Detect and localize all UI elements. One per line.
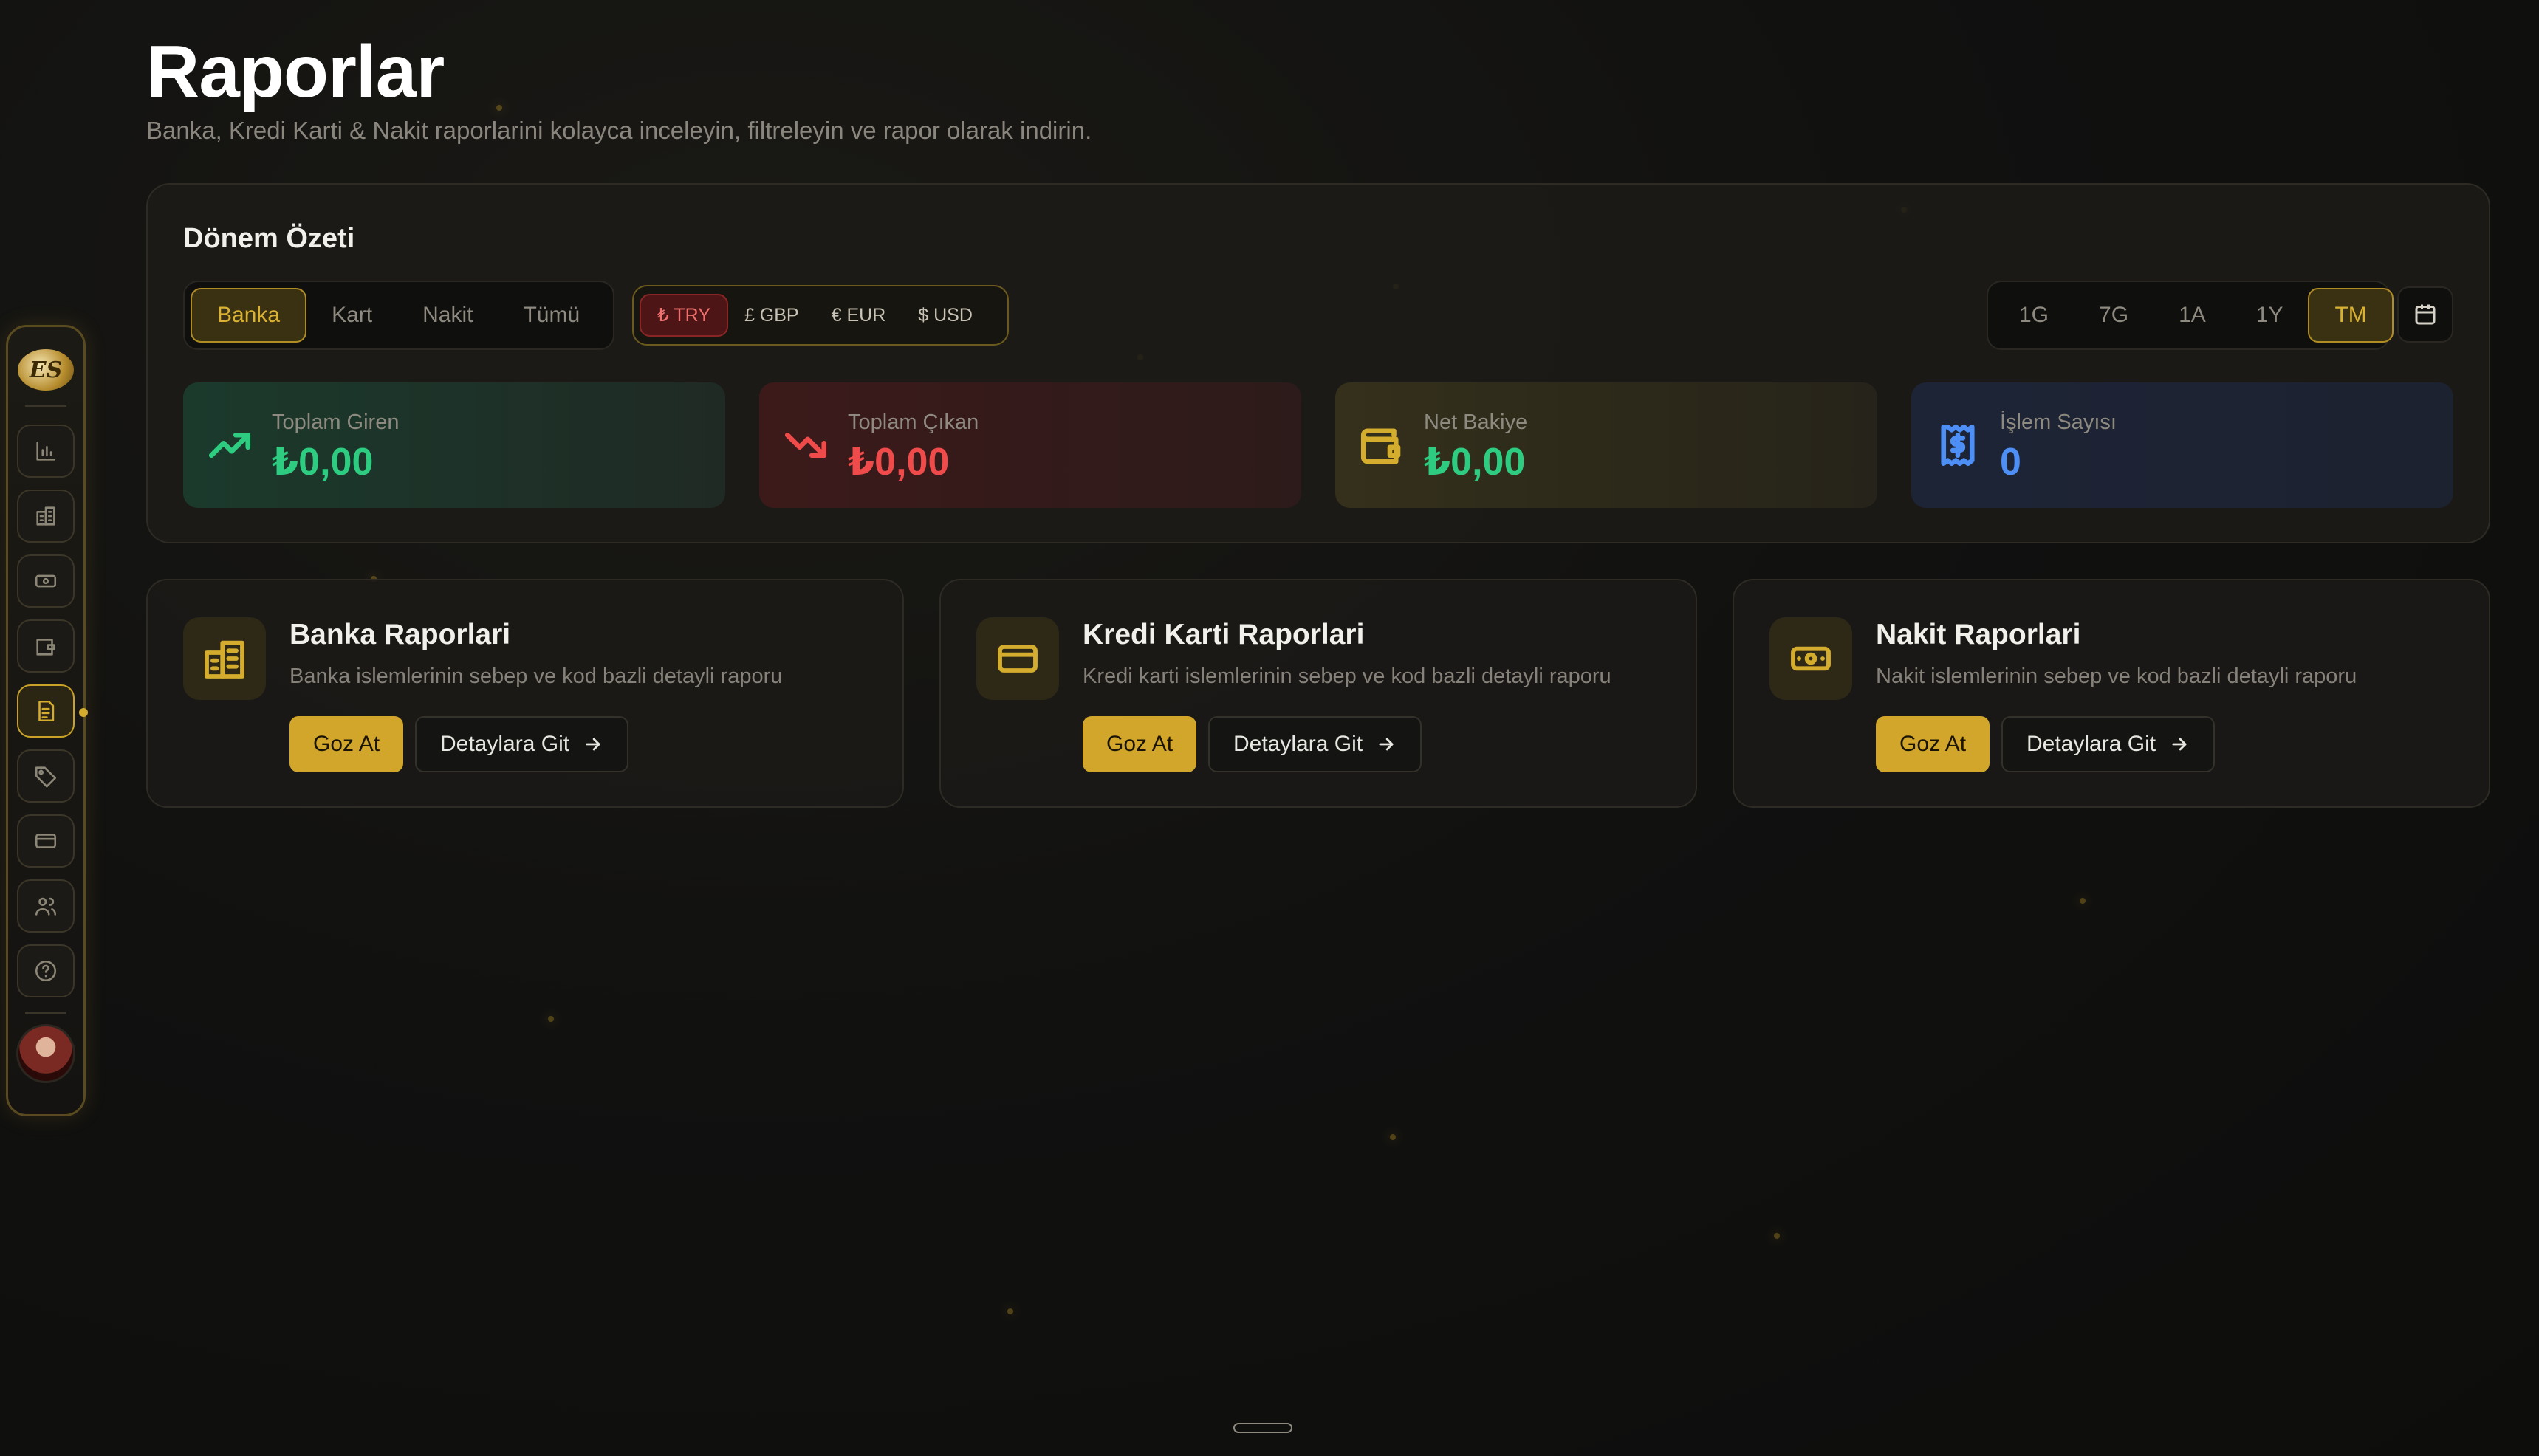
range-1y[interactable]: 1Y bbox=[2231, 288, 2309, 343]
stat-transaction-count: İşlem Sayısı 0 bbox=[1911, 382, 2453, 508]
range-1g[interactable]: 1G bbox=[1994, 288, 2074, 343]
report-description: Kredi karti islemlerinin sebep ve kod ba… bbox=[1083, 665, 1611, 688]
app-logo[interactable]: ES bbox=[18, 349, 74, 391]
stat-in-icon-wrap bbox=[205, 421, 254, 470]
ambient-dot bbox=[2080, 898, 2086, 904]
details-button-label: Detaylara Git bbox=[440, 732, 570, 756]
report-card-cash: Nakit Raporlari Nakit islemlerinin sebep… bbox=[1733, 579, 2490, 808]
report-description: Banka islemlerinin sebep ve kod bazli de… bbox=[289, 665, 783, 688]
report-title: Kredi Karti Raporlari bbox=[1083, 619, 1365, 650]
help-circle-icon bbox=[35, 960, 57, 982]
sidebar-divider bbox=[25, 1012, 66, 1014]
stat-value: ₺0,00 bbox=[272, 441, 374, 484]
users-icon bbox=[35, 897, 57, 916]
sidebar: ES bbox=[6, 325, 88, 1116]
credit-card-icon bbox=[35, 834, 57, 848]
stat-value: ₺0,00 bbox=[1424, 441, 1526, 484]
calendar-icon bbox=[2415, 304, 2436, 325]
currency-selector: ₺ TRY £ GBP € EUR $ USD bbox=[632, 285, 1009, 346]
stat-value: ₺0,00 bbox=[848, 441, 950, 484]
wallet-icon bbox=[36, 639, 55, 656]
sidebar-item-wallet[interactable] bbox=[17, 619, 75, 673]
stat-label: Toplam Giren bbox=[272, 411, 400, 434]
arrow-right-icon bbox=[2172, 738, 2187, 751]
receipt-dollar-icon bbox=[1941, 424, 1975, 467]
building-icon bbox=[36, 506, 55, 526]
sidebar-item-reports[interactable] bbox=[17, 684, 88, 738]
report-icon-wrap bbox=[183, 617, 266, 700]
stat-label: İşlem Sayısı bbox=[2000, 411, 2117, 434]
page-subtitle: Banka, Kredi Karti & Nakit raporlarini k… bbox=[146, 117, 1092, 144]
credit-card-icon bbox=[998, 645, 1038, 673]
avatar[interactable] bbox=[16, 1024, 75, 1083]
banknote-icon bbox=[1791, 646, 1831, 671]
arrow-right-icon bbox=[1379, 738, 1394, 751]
stat-label: Toplam Çıkan bbox=[848, 411, 979, 434]
ambient-dot bbox=[496, 105, 502, 111]
arrow-right-icon bbox=[586, 738, 600, 751]
ambient-dot bbox=[1007, 1308, 1013, 1314]
currency-try[interactable]: ₺ TRY bbox=[640, 294, 728, 337]
tab-kart[interactable]: Kart bbox=[306, 288, 397, 343]
wallet-icon bbox=[1360, 428, 1401, 464]
banknote-icon bbox=[35, 574, 57, 588]
period-summary-title: Dönem Özeti bbox=[183, 223, 355, 254]
currency-gbp[interactable]: £ GBP bbox=[728, 294, 815, 337]
report-icon-wrap bbox=[1769, 617, 1852, 700]
range-tm[interactable]: TM bbox=[2308, 288, 2394, 343]
stat-total-in: Toplam Giren ₺0,00 bbox=[183, 382, 725, 508]
stat-count-icon-wrap bbox=[1933, 421, 1982, 470]
period-summary-card: Dönem Özeti Banka Kart Nakit Tümü ₺ TRY … bbox=[146, 183, 2490, 543]
bar-chart-icon bbox=[36, 442, 55, 461]
tab-nakit[interactable]: Nakit bbox=[397, 288, 498, 343]
browse-button[interactable]: Goz At bbox=[1083, 716, 1197, 772]
sidebar-divider bbox=[25, 405, 66, 407]
report-icon-wrap bbox=[976, 617, 1059, 700]
range-7g[interactable]: 7G bbox=[2074, 288, 2153, 343]
stat-out-icon-wrap bbox=[781, 421, 830, 470]
trending-down-icon bbox=[784, 432, 827, 459]
trending-up-icon bbox=[208, 432, 251, 459]
tab-tumu[interactable]: Tümü bbox=[498, 288, 605, 343]
currency-usd[interactable]: $ USD bbox=[902, 294, 989, 337]
sidebar-item-dashboard[interactable] bbox=[17, 425, 75, 478]
ambient-dot bbox=[1390, 1134, 1396, 1140]
sidebar-item-tags[interactable] bbox=[17, 749, 75, 803]
stat-label: Net Bakiye bbox=[1424, 411, 1528, 434]
sidebar-item-cash[interactable] bbox=[17, 554, 75, 608]
range-1a[interactable]: 1A bbox=[2153, 288, 2231, 343]
file-report-icon bbox=[38, 700, 55, 722]
tag-icon bbox=[35, 766, 57, 788]
details-button[interactable]: Detaylara Git bbox=[2001, 716, 2216, 772]
stat-total-out: Toplam Çıkan ₺0,00 bbox=[759, 382, 1301, 508]
account-type-tabs: Banka Kart Nakit Tümü bbox=[183, 281, 614, 350]
stat-value: 0 bbox=[2000, 441, 2021, 484]
report-card-bank: Banka Raporlari Banka islemlerinin sebep… bbox=[146, 579, 904, 808]
page-title: Raporlar bbox=[146, 30, 445, 113]
report-title: Banka Raporlari bbox=[289, 619, 511, 650]
home-indicator[interactable] bbox=[1233, 1423, 1292, 1433]
building-icon bbox=[205, 640, 244, 679]
calendar-button[interactable] bbox=[2397, 286, 2453, 343]
sidebar-item-cards[interactable] bbox=[17, 814, 75, 868]
details-button-label: Detaylara Git bbox=[1233, 732, 1363, 756]
date-range-tabs: 1G 7G 1A 1Y TM bbox=[1987, 281, 2394, 350]
sidebar-item-help[interactable] bbox=[17, 944, 75, 997]
ambient-dot bbox=[548, 1016, 554, 1022]
report-card-credit-card: Kredi Karti Raporlari Kredi karti isleml… bbox=[939, 579, 1697, 808]
stat-net-icon-wrap bbox=[1357, 421, 1406, 470]
sidebar-item-banks[interactable] bbox=[17, 490, 75, 543]
stat-net-balance: Net Bakiye ₺0,00 bbox=[1335, 382, 1877, 508]
tab-banka[interactable]: Banka bbox=[191, 288, 307, 343]
details-button-label: Detaylara Git bbox=[2026, 732, 2156, 756]
sidebar-item-users[interactable] bbox=[17, 879, 75, 933]
currency-eur[interactable]: € EUR bbox=[815, 294, 902, 337]
browse-button[interactable]: Goz At bbox=[289, 716, 404, 772]
report-description: Nakit islemlerinin sebep ve kod bazli de… bbox=[1876, 665, 2357, 688]
ambient-dot bbox=[1774, 1233, 1780, 1239]
browse-button[interactable]: Goz At bbox=[1876, 716, 1990, 772]
details-button[interactable]: Detaylara Git bbox=[415, 716, 629, 772]
report-title: Nakit Raporlari bbox=[1876, 619, 2081, 650]
details-button[interactable]: Detaylara Git bbox=[1208, 716, 1422, 772]
